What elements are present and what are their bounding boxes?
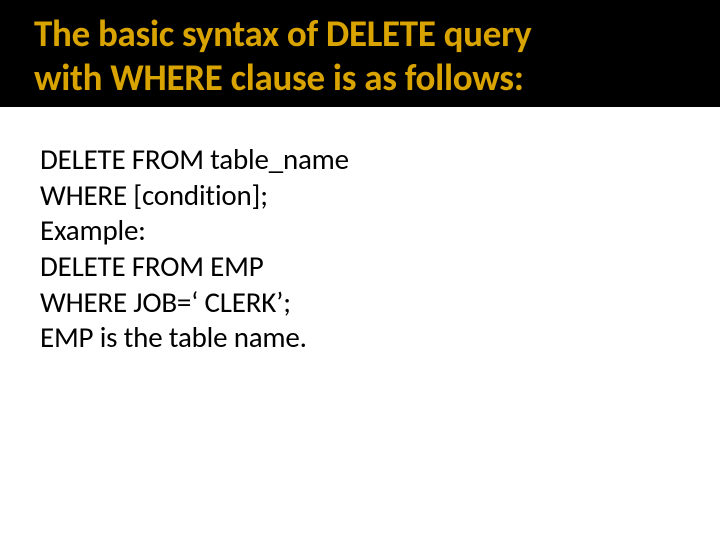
body-line-6: EMP is the table name. <box>40 320 660 356</box>
body-line-1: DELETE FROM table_name <box>40 142 660 178</box>
title-line-1: The basic syntax of DELETE query <box>34 12 720 56</box>
body-line-5: WHERE JOB=‘ CLERK’; <box>40 285 660 321</box>
title-line-2: with WHERE clause is as follows: <box>34 56 720 100</box>
title-block: The basic syntax of DELETE query with WH… <box>0 0 720 107</box>
body-line-4: DELETE FROM EMP <box>40 249 660 285</box>
body-line-3: Example: <box>40 213 660 249</box>
body-line-2: WHERE [condition]; <box>40 178 660 214</box>
slide: The basic syntax of DELETE query with WH… <box>0 0 720 540</box>
body-block: DELETE FROM table_name WHERE [condition]… <box>40 142 660 356</box>
